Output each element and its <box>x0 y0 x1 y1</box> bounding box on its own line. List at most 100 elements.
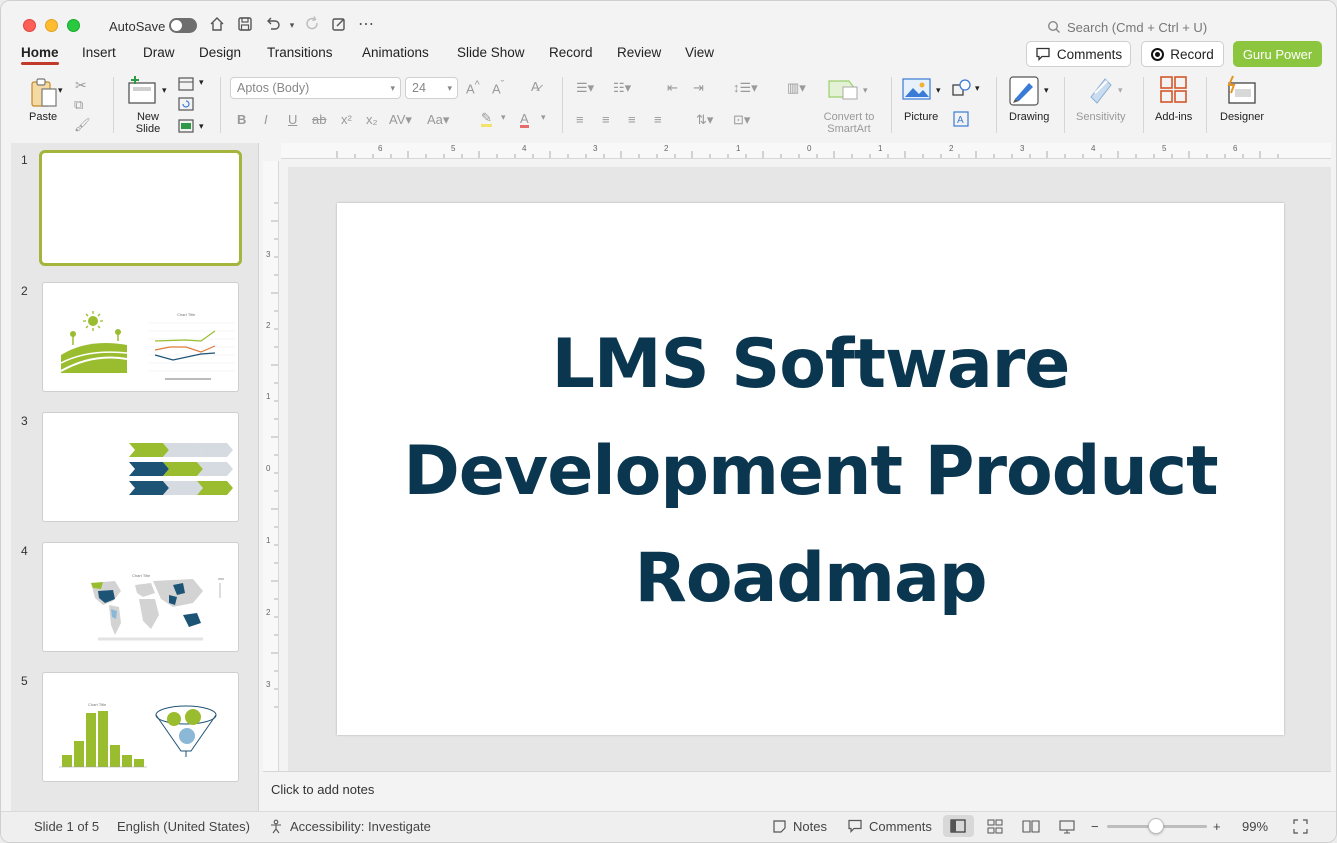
accessibility-icon[interactable] <box>269 819 284 837</box>
slide-thumbnail-1[interactable] <box>39 150 242 266</box>
comments-button[interactable]: Comments <box>1026 41 1131 67</box>
italic-icon[interactable]: I <box>264 112 268 127</box>
slide-thumbnail-5[interactable]: Chart Title <box>42 672 239 782</box>
addins-icon[interactable] <box>1159 75 1189 108</box>
search-box[interactable]: Search (Cmd + Ctrl + U) <box>1047 17 1207 37</box>
align-text-icon[interactable]: ⊡▾ <box>733 112 750 128</box>
slide-sorter-icon[interactable] <box>987 819 1003 837</box>
record-button[interactable]: Record <box>1141 41 1224 67</box>
slide-thumbnail-4[interactable]: Chart Title <box>42 542 239 652</box>
tab-draw[interactable]: Draw <box>143 45 175 60</box>
customize-icon[interactable] <box>329 15 349 35</box>
slide-thumbnail-3[interactable] <box>42 412 239 522</box>
tab-transitions[interactable]: Transitions <box>267 45 333 60</box>
zoom-level[interactable]: 99% <box>1242 819 1268 834</box>
sensitivity-dropdown-icon[interactable]: ▾ <box>1118 85 1123 96</box>
highlight-icon[interactable]: ✎ <box>481 111 492 127</box>
undo-dropdown-icon[interactable]: ▾ <box>282 15 302 35</box>
clear-formatting-icon[interactable]: A̷ <box>531 79 540 94</box>
bold-icon[interactable]: B <box>237 112 246 127</box>
smartart-icon[interactable] <box>827 77 859 104</box>
tab-record[interactable]: Record <box>549 45 593 60</box>
bullets-icon[interactable]: ☰▾ <box>576 80 594 96</box>
decrease-indent-icon[interactable]: ⇤ <box>667 80 678 96</box>
new-slide-dropdown-icon[interactable]: ▾ <box>162 85 167 96</box>
section-icon[interactable] <box>178 119 194 136</box>
new-slide-icon[interactable] <box>127 75 159 109</box>
subscript-icon[interactable]: x₂ <box>366 112 378 127</box>
sensitivity-icon[interactable] <box>1087 75 1115 108</box>
picture-icon[interactable] <box>902 77 932 106</box>
reset-icon[interactable] <box>178 97 194 114</box>
align-right-icon[interactable]: ≡ <box>628 112 636 127</box>
slide-title[interactable]: LMS Software Development Product Roadmap <box>377 311 1244 632</box>
save-icon[interactable] <box>235 15 255 35</box>
home-icon[interactable] <box>207 15 227 35</box>
drawing-icon[interactable] <box>1009 75 1041 110</box>
tab-animations[interactable]: Animations <box>362 45 429 60</box>
tab-design[interactable]: Design <box>199 45 241 60</box>
font-color-dropdown-icon[interactable]: ▾ <box>541 112 546 123</box>
convert-smartart-label[interactable]: Convert to SmartArt <box>819 111 879 135</box>
tab-insert[interactable]: Insert <box>82 45 116 60</box>
underline-icon[interactable]: U <box>288 112 297 127</box>
tab-view[interactable]: View <box>685 45 714 60</box>
tab-review[interactable]: Review <box>617 45 661 60</box>
accessibility-status[interactable]: Accessibility: Investigate <box>290 819 431 834</box>
slide-thumbnail-2[interactable]: Chart Title <box>42 282 239 392</box>
fit-to-window-icon[interactable] <box>1293 819 1308 837</box>
zoom-slider-handle[interactable] <box>1148 818 1164 834</box>
redo-icon[interactable] <box>302 15 322 35</box>
font-color-icon[interactable]: A <box>520 112 529 128</box>
notes-toggle[interactable]: Notes <box>793 819 827 834</box>
format-painter-icon[interactable]: 🖌 <box>74 117 91 133</box>
change-case-icon[interactable]: Aa▾ <box>427 112 449 128</box>
notes-icon[interactable] <box>772 819 787 837</box>
zoom-in-icon[interactable]: + <box>1213 819 1221 834</box>
tab-home[interactable]: Home <box>21 45 59 65</box>
superscript-icon[interactable]: x² <box>341 112 352 127</box>
drawing-dropdown-icon[interactable]: ▾ <box>1044 85 1049 96</box>
strikethrough-icon[interactable]: ab <box>312 112 326 127</box>
paste-dropdown-icon[interactable]: ▾ <box>58 85 63 96</box>
comments-toggle[interactable]: Comments <box>869 819 932 834</box>
align-left-icon[interactable]: ≡ <box>576 112 584 127</box>
more-icon[interactable]: ⋯ <box>356 15 376 35</box>
section-dropdown-icon[interactable]: ▾ <box>199 121 204 132</box>
textbox-icon[interactable]: A <box>952 111 970 130</box>
zoom-out-icon[interactable]: − <box>1091 819 1099 834</box>
columns-icon[interactable]: ▥▾ <box>787 80 806 96</box>
shapes-icon[interactable] <box>952 79 972 100</box>
undo-icon[interactable] <box>263 15 283 35</box>
notes-pane[interactable]: Click to add notes <box>263 771 1331 811</box>
comment-icon[interactable] <box>847 819 863 836</box>
tab-slide-show[interactable]: Slide Show <box>457 45 525 60</box>
character-spacing-icon[interactable]: AV▾ <box>389 112 412 128</box>
guru-power-button[interactable]: Guru Power <box>1233 41 1322 67</box>
close-window-button[interactable] <box>23 19 36 32</box>
reading-view-icon[interactable] <box>1022 819 1040 837</box>
text-direction-icon[interactable]: ⇅▾ <box>696 112 713 128</box>
language-indicator[interactable]: English (United States) <box>117 819 250 834</box>
justify-icon[interactable]: ≡ <box>654 112 662 127</box>
smartart-dropdown-icon[interactable]: ▾ <box>863 85 868 96</box>
line-spacing-icon[interactable]: ↕☰▾ <box>733 80 758 96</box>
designer-icon[interactable] <box>1225 75 1257 108</box>
numbering-icon[interactable]: ☷▾ <box>613 80 631 96</box>
maximize-window-button[interactable] <box>67 19 80 32</box>
normal-view-icon[interactable] <box>943 815 974 837</box>
autosave-toggle[interactable] <box>169 18 197 33</box>
slide-thumbnails-panel[interactable]: 1 2 Chart Title 3 4 Chart Title 5 Chart … <box>11 143 259 811</box>
highlight-dropdown-icon[interactable]: ▾ <box>501 112 506 123</box>
align-center-icon[interactable]: ≡ <box>602 112 610 127</box>
current-slide[interactable]: LMS Software Development Product Roadmap <box>337 203 1284 735</box>
copy-icon[interactable]: ⧉ <box>74 97 83 113</box>
increase-font-icon[interactable]: A^ <box>466 79 480 96</box>
layout-dropdown-icon[interactable]: ▾ <box>199 77 204 88</box>
slideshow-icon[interactable] <box>1059 819 1075 837</box>
minimize-window-button[interactable] <box>45 19 58 32</box>
cut-icon[interactable]: ✂ <box>75 77 87 94</box>
layout-icon[interactable] <box>178 77 194 94</box>
font-size-select[interactable]: 24 ▾ <box>405 77 458 99</box>
increase-indent-icon[interactable]: ⇥ <box>693 80 704 96</box>
